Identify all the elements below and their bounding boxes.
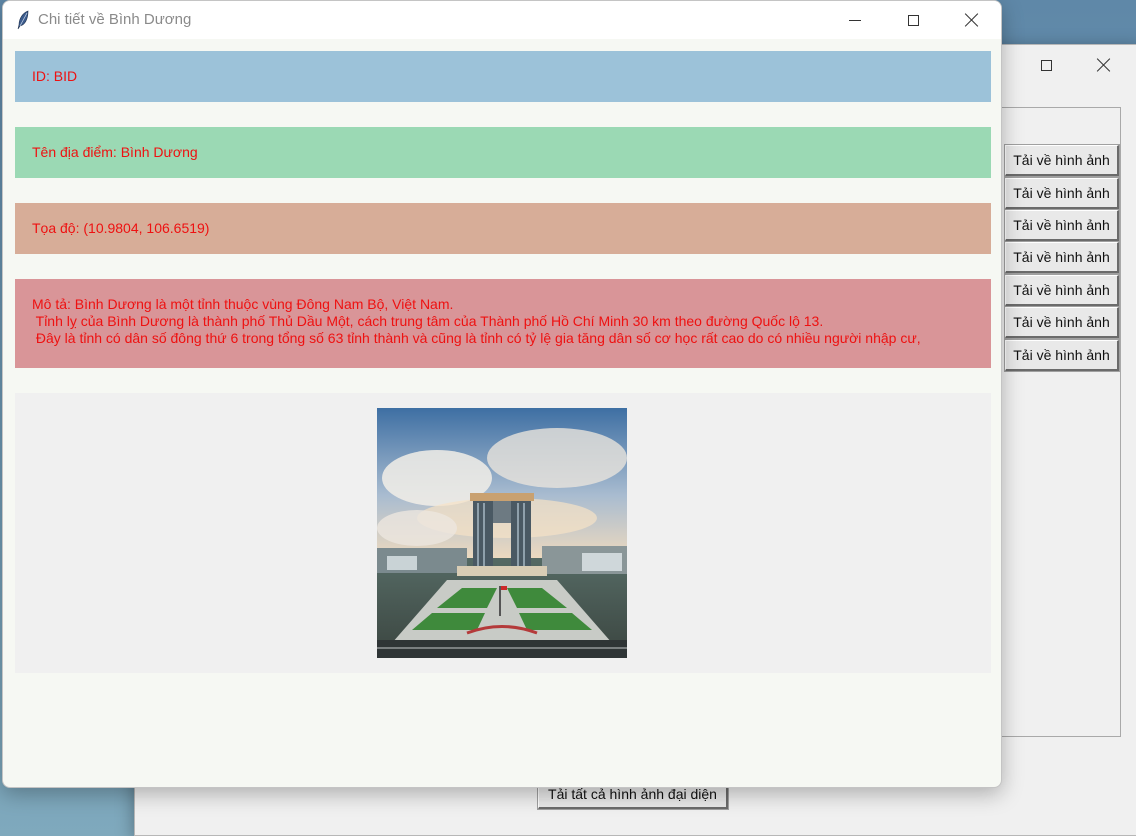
title-bar[interactable]: Chi tiết về Bình Dương <box>3 1 1001 39</box>
close-icon <box>1097 58 1111 72</box>
detail-window: Chi tiết về Bình Dương ID: BID Tên địa đ… <box>2 0 1002 788</box>
close-icon <box>965 13 979 27</box>
feather-icon <box>17 10 29 30</box>
download-image-button-2[interactable]: Tải về hình ảnh <box>1004 177 1120 210</box>
parent-maximize-button[interactable] <box>1017 45 1075 85</box>
parent-close-button[interactable] <box>1075 45 1133 85</box>
description-label: Mô tả: Bình Dương là một tỉnh thuộc vùng… <box>15 279 991 368</box>
download-image-button-3[interactable]: Tải về hình ảnh <box>1004 209 1120 242</box>
download-image-button-5[interactable]: Tải về hình ảnh <box>1004 274 1120 307</box>
maximize-button[interactable] <box>884 1 942 39</box>
place-name-label: Tên địa điểm: Bình Dương <box>15 127 991 178</box>
coordinates-label: Tọa độ: (10.9804, 106.6519) <box>15 203 991 254</box>
place-photo <box>377 408 627 658</box>
close-button[interactable] <box>943 1 1001 39</box>
maximize-icon <box>1040 59 1052 71</box>
download-image-button-7[interactable]: Tải về hình ảnh <box>1004 339 1120 372</box>
maximize-icon <box>907 14 919 26</box>
download-image-button-4[interactable]: Tải về hình ảnh <box>1004 241 1120 274</box>
window-title: Chi tiết về Bình Dương <box>38 11 192 28</box>
minimize-icon <box>849 19 861 21</box>
download-image-button-1[interactable]: Tải về hình ảnh <box>1004 144 1120 177</box>
download-image-button-6[interactable]: Tải về hình ảnh <box>1004 306 1120 339</box>
minimize-button[interactable] <box>826 1 884 39</box>
image-panel <box>15 393 991 673</box>
id-label: ID: BID <box>15 51 991 102</box>
